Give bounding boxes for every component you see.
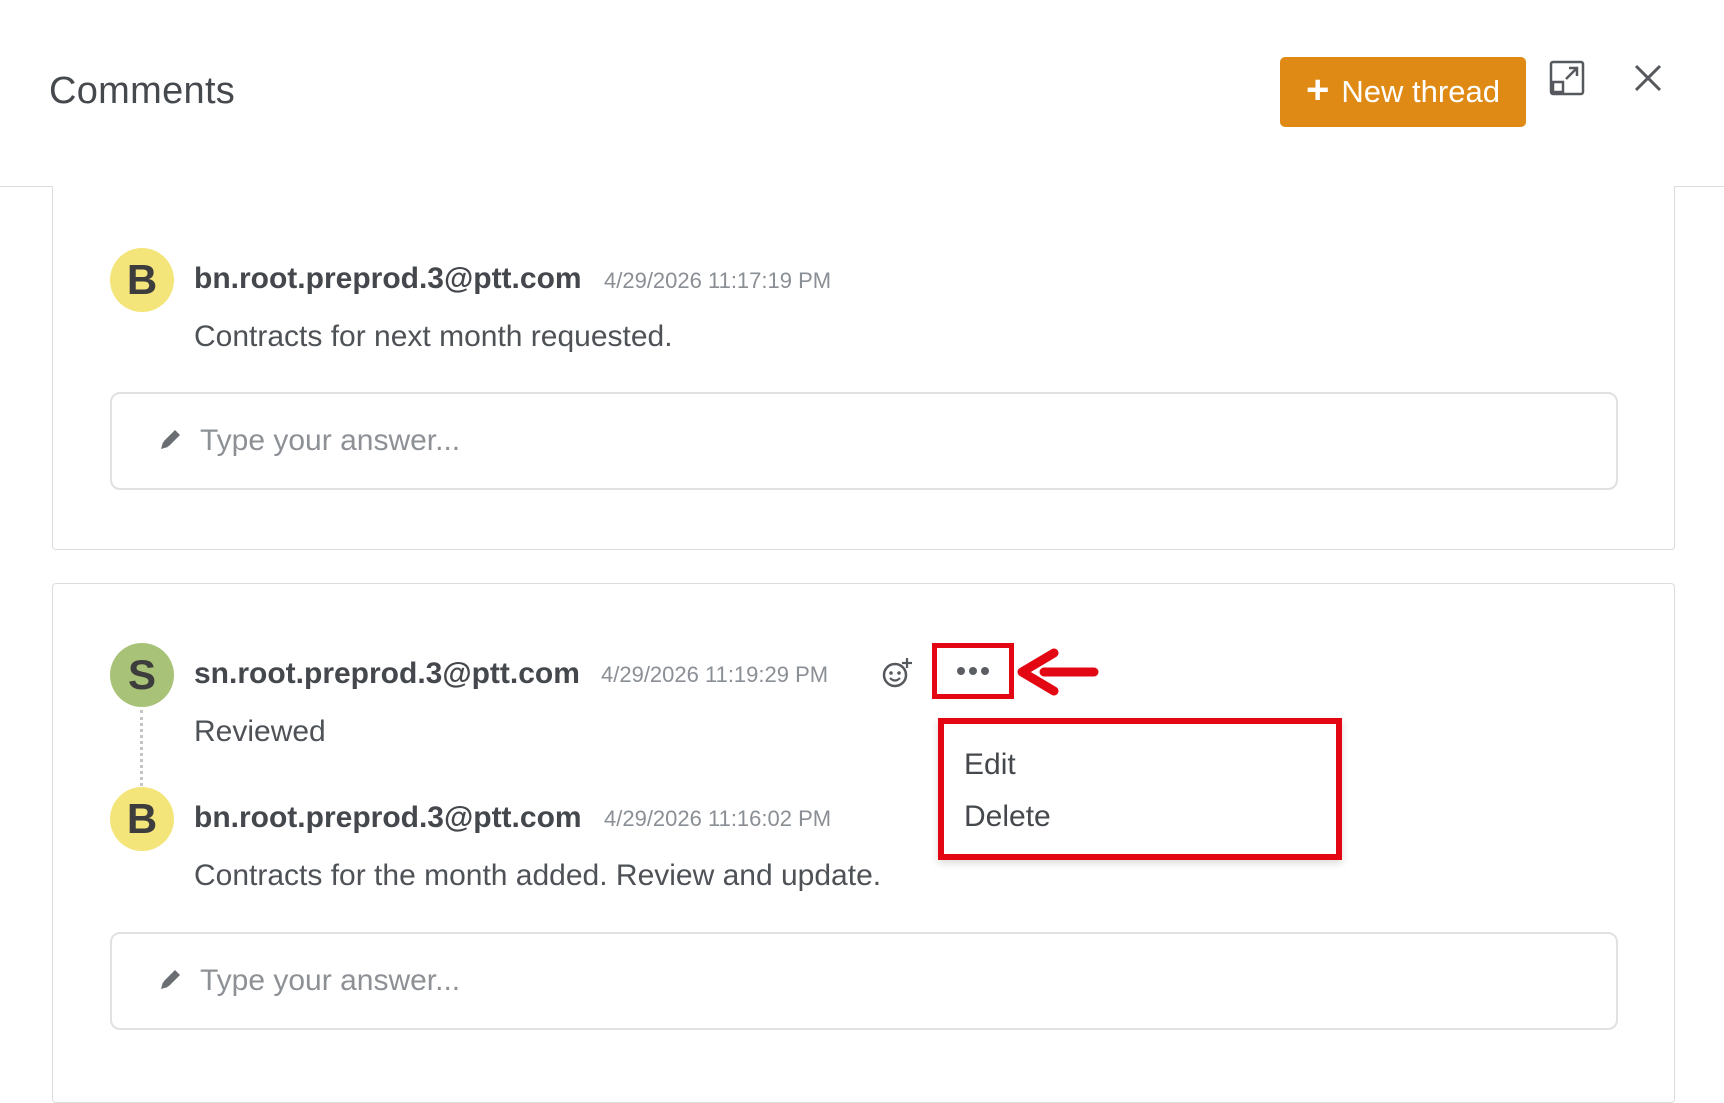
expand-icon[interactable]: [1549, 60, 1587, 98]
comment-thread: [52, 186, 1675, 550]
more-options-icon: [957, 667, 989, 675]
avatar: B: [110, 787, 174, 851]
more-options-button[interactable]: [932, 643, 1014, 699]
context-menu: Edit Delete: [938, 718, 1342, 860]
comment-timestamp: 4/29/2026 11:19:29 PM: [601, 662, 829, 687]
comment-author: sn.root.preprod.3@ptt.com: [194, 657, 580, 690]
new-thread-label: New thread: [1341, 74, 1500, 109]
plus-icon: +: [1306, 68, 1330, 112]
avatar: S: [110, 643, 174, 707]
reply-input[interactable]: Type your answer...: [110, 932, 1618, 1030]
comment-text: Contracts for next month requested.: [194, 320, 673, 353]
comment-author: bn.root.preprod.3@ptt.com: [194, 801, 582, 834]
menu-item-delete[interactable]: Delete: [964, 800, 1051, 834]
new-thread-button[interactable]: + New thread: [1280, 57, 1526, 127]
menu-item-edit[interactable]: Edit: [964, 748, 1016, 782]
add-reaction-icon[interactable]: [880, 656, 914, 695]
avatar: B: [110, 248, 174, 312]
pencil-icon: [158, 426, 184, 457]
reply-input[interactable]: Type your answer...: [110, 392, 1618, 490]
comment-text: Contracts for the month added. Review an…: [194, 859, 882, 892]
arrow-left-icon: [1014, 648, 1100, 696]
page-title: Comments: [49, 70, 236, 112]
reply-placeholder: Type your answer...: [200, 424, 461, 457]
reply-placeholder: Type your answer...: [200, 964, 461, 997]
comment-author: bn.root.preprod.3@ptt.com: [194, 262, 582, 295]
comment-timestamp: 4/29/2026 11:17:19 PM: [604, 268, 832, 293]
comment-text: Reviewed: [194, 715, 326, 748]
close-icon[interactable]: [1630, 60, 1666, 96]
comments-header: Comments + New thread: [0, 0, 1724, 187]
thread-connector: [140, 710, 143, 786]
pencil-icon: [158, 966, 184, 997]
comment-timestamp: 4/29/2026 11:16:02 PM: [604, 806, 832, 831]
